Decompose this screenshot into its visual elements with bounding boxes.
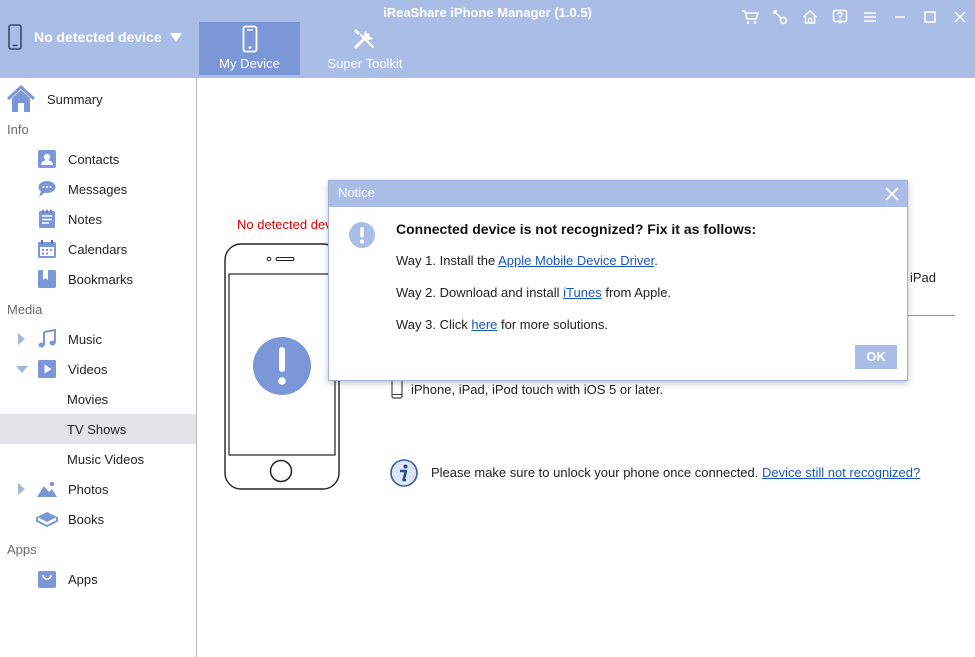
unlock-text: Please make sure to unlock your phone on…	[431, 465, 759, 480]
contacts-icon	[38, 150, 56, 168]
sidebar: Summary Info Contacts Messages Notes Cal…	[0, 78, 197, 657]
tab-my-device[interactable]: My Device	[199, 22, 300, 75]
collapse-arrow-icon[interactable]	[16, 366, 28, 373]
ok-button[interactable]: OK	[855, 345, 897, 369]
home-icon[interactable]	[795, 6, 825, 28]
expand-arrow-icon[interactable]	[18, 483, 25, 495]
section-header-info: Info	[7, 122, 29, 137]
exclamation-icon	[349, 222, 375, 248]
section-header-media: Media	[7, 302, 43, 317]
sidebar-item-label: Bookmarks	[68, 271, 134, 287]
sidebar-item-movies[interactable]: Movies	[0, 384, 196, 414]
sidebar-item-summary[interactable]: Summary	[0, 84, 196, 114]
notes-icon	[39, 209, 55, 228]
expand-arrow-icon[interactable]	[18, 333, 25, 345]
sidebar-item-label: Calendars	[68, 241, 128, 257]
dialog-title: Notice	[338, 185, 375, 200]
cart-icon[interactable]	[735, 6, 765, 28]
phone-icon	[8, 24, 22, 50]
tools-icon	[354, 29, 375, 49]
sidebar-item-photos[interactable]: Photos	[0, 474, 196, 504]
sidebar-item-apps[interactable]: Apps	[0, 564, 196, 594]
dialog-title-bar: Notice	[329, 181, 907, 207]
phone-illustration	[224, 243, 340, 490]
device-not-recognized-link[interactable]: Device still not recognized?	[762, 465, 920, 480]
sidebar-item-label: Messages	[68, 181, 128, 197]
sidebar-item-label: Photos	[68, 481, 109, 497]
photo-mountain-icon	[37, 481, 57, 497]
video-play-icon	[38, 360, 56, 378]
book-icon	[36, 512, 58, 528]
way-1-prefix: Way 1. Install the	[396, 253, 499, 268]
sidebar-item-label: Videos	[68, 361, 108, 377]
maximize-icon[interactable]	[915, 6, 945, 28]
supported-device-text: iPad	[910, 270, 937, 285]
sidebar-item-label: Contacts	[68, 151, 120, 167]
title-bar: iReaShare iPhone Manager (1.0.5) No dete…	[0, 0, 975, 78]
device-selector-label: No detected device	[34, 29, 162, 45]
sidebar-item-calendars[interactable]: Calendars	[0, 234, 196, 264]
sidebar-item-tv-shows[interactable]: TV Shows	[0, 414, 196, 444]
apps-bag-icon	[38, 571, 56, 588]
no-detected-device-text: No detected dev	[237, 217, 332, 232]
music-note-icon	[38, 329, 56, 348]
tab-label: My Device	[219, 56, 280, 71]
info-icon	[390, 459, 418, 487]
sidebar-item-label: TV Shows	[67, 421, 127, 437]
device-selector[interactable]: No detected device	[8, 22, 182, 52]
key-icon[interactable]	[765, 6, 795, 28]
sidebar-item-label: Summary	[47, 91, 103, 107]
sidebar-item-label: Movies	[67, 391, 109, 407]
sidebar-item-books[interactable]: Books	[0, 504, 196, 534]
sidebar-item-bookmarks[interactable]: Bookmarks	[0, 264, 196, 294]
notice-dialog: Notice Connected device is not recognize…	[328, 180, 908, 381]
sidebar-item-label: Music Videos	[67, 451, 145, 467]
help-icon[interactable]	[825, 6, 855, 28]
home-icon	[6, 84, 36, 112]
unlock-note: Please make sure to unlock your phone on…	[431, 465, 920, 480]
tab-super-toolkit[interactable]: Super Toolkit	[314, 22, 416, 75]
sidebar-item-contacts[interactable]: Contacts	[0, 144, 196, 174]
sidebar-item-label: Music	[68, 331, 102, 347]
section-header-apps: Apps	[7, 542, 37, 557]
chat-bubble-icon	[38, 181, 56, 197]
window-toolbar	[735, 6, 975, 28]
phone-icon	[242, 25, 257, 53]
sidebar-item-messages[interactable]: Messages	[0, 174, 196, 204]
minimize-icon[interactable]	[885, 6, 915, 28]
sidebar-item-label: Books	[68, 511, 105, 527]
sidebar-item-label: Notes	[68, 211, 102, 227]
way-2-prefix: Way 2. Download and install	[396, 285, 564, 300]
way-2-suffix: from Apple.	[601, 285, 672, 300]
sidebar-item-music-videos[interactable]: Music Videos	[0, 444, 196, 474]
way-3-prefix: Way 3. Click	[396, 317, 472, 332]
sidebar-item-music[interactable]: Music	[0, 324, 196, 354]
bookmark-icon	[38, 270, 56, 288]
close-icon[interactable]	[882, 184, 902, 204]
here-link[interactable]: here	[471, 317, 497, 332]
way-3-suffix: for more solutions.	[497, 317, 608, 332]
way-1-text: Way 1. Install the Apple Mobile Device D…	[396, 253, 658, 268]
way-1-suffix: .	[654, 253, 658, 268]
dialog-heading: Connected device is not recognized? Fix …	[396, 221, 757, 237]
way-3-text: Way 3. Click here for more solutions.	[396, 317, 608, 332]
menu-icon[interactable]	[855, 6, 885, 28]
requirement-text: iPhone, iPad, iPod touch with iOS 5 or l…	[411, 382, 664, 397]
divider	[908, 315, 955, 316]
sidebar-item-notes[interactable]: Notes	[0, 204, 196, 234]
sidebar-item-videos[interactable]: Videos	[0, 354, 196, 384]
calendar-icon	[38, 240, 56, 258]
apple-driver-link[interactable]: Apple Mobile Device Driver	[498, 253, 654, 268]
close-icon[interactable]	[945, 6, 975, 28]
way-2-text: Way 2. Download and install iTunes from …	[396, 285, 671, 300]
tab-label: Super Toolkit	[327, 56, 403, 71]
chevron-down-icon	[169, 32, 182, 42]
itunes-link[interactable]: iTunes	[563, 285, 602, 300]
sidebar-item-label: Apps	[68, 571, 98, 587]
